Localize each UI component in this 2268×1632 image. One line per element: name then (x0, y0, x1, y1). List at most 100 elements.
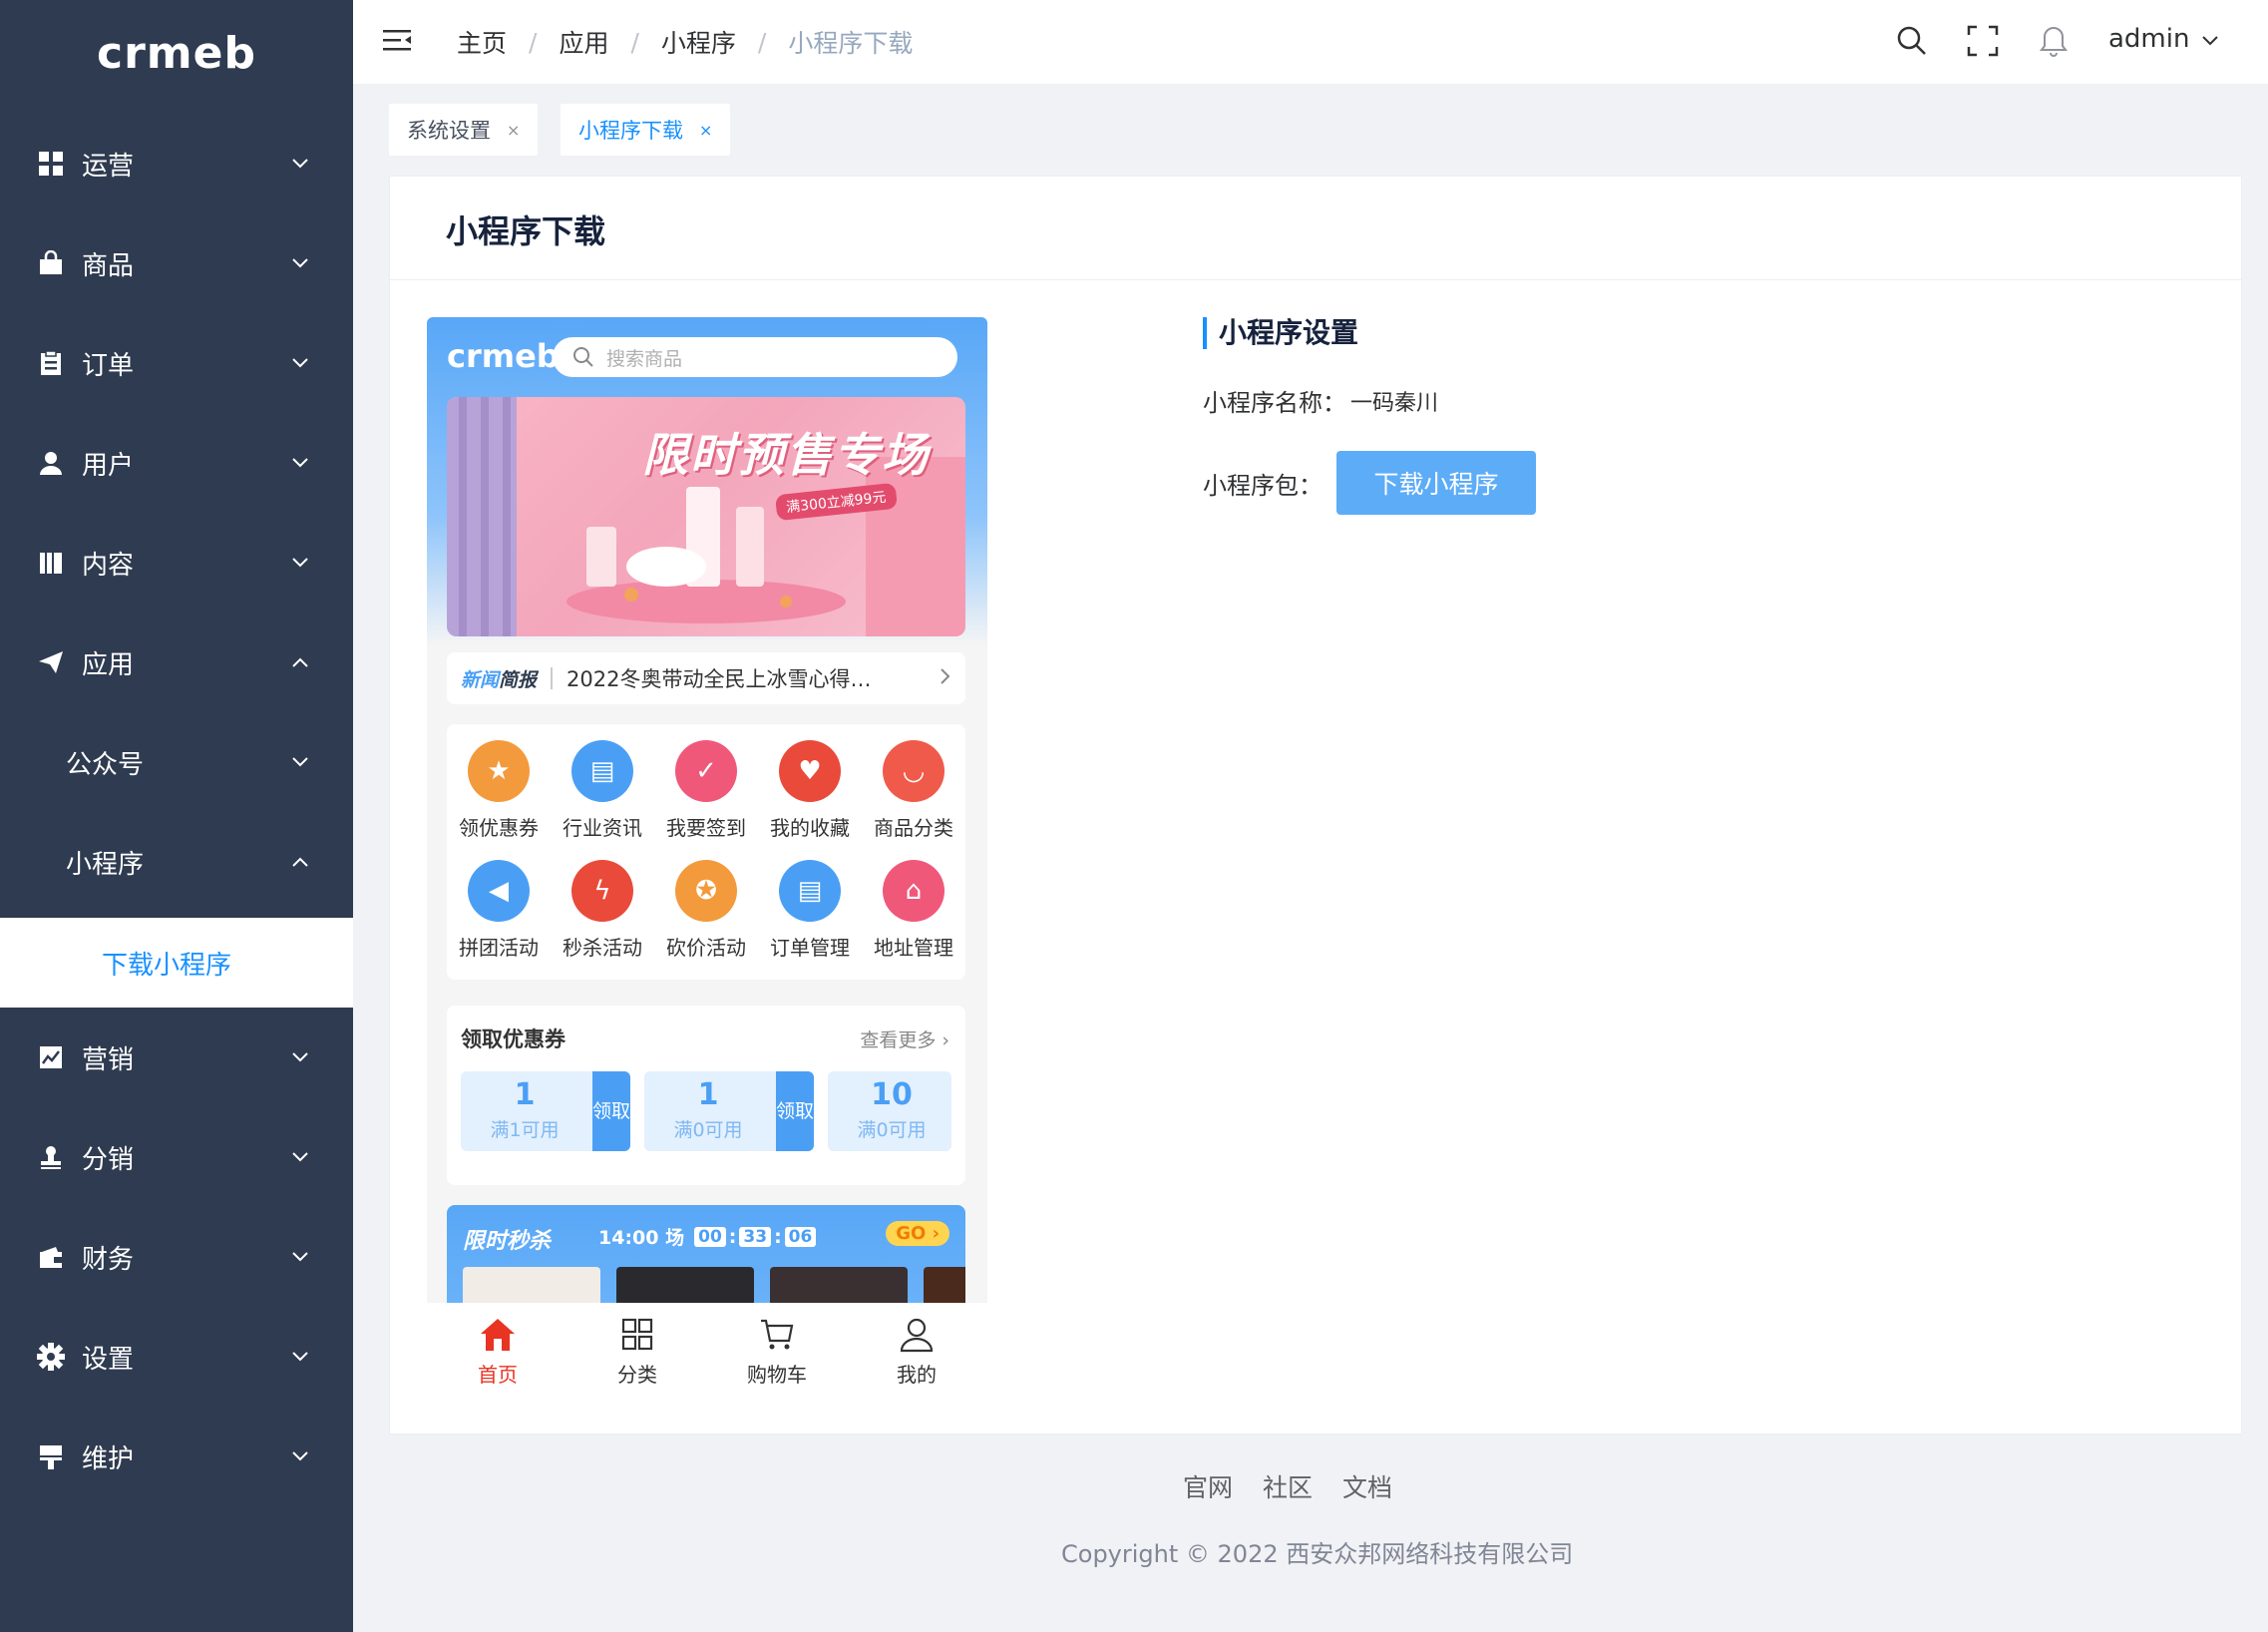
timer-hours: 00 (694, 1226, 726, 1247)
top-header: 主页 / 应用 / 小程序 / 小程序下载 admin (353, 0, 2268, 84)
menu-collapse-icon[interactable] (381, 24, 415, 58)
sidebar-item-label: 用户 (82, 450, 135, 481)
bag-icon (36, 248, 66, 278)
nav-signin: ✓ 我要签到 (654, 740, 758, 841)
nav-label: 我的收藏 (770, 816, 850, 840)
sidebar-item-download-mini-program[interactable]: 下载小程序 (0, 918, 353, 1008)
tab-system-settings[interactable]: 系统设置 × (389, 104, 539, 156)
breadcrumb: 主页 / 应用 / 小程序 / 小程序下载 (457, 24, 913, 60)
medal-icon: ✪ (675, 860, 737, 922)
copyright: Copyright © 2022 西安众邦网络科技有限公司 (1061, 1540, 1574, 1568)
sidebar-item-mini-program[interactable]: 小程序 (0, 812, 353, 912)
footer-link-website[interactable]: 官网 (1183, 1468, 1233, 1504)
breadcrumb-home[interactable]: 主页 (457, 24, 507, 60)
chevron-down-icon (285, 448, 315, 478)
coupon-amount: 1 (514, 1077, 536, 1112)
chart-icon (36, 1042, 66, 1072)
nav-label: 行业资讯 (563, 816, 642, 840)
nav-address: ⌂ 地址管理 (862, 860, 965, 961)
lightning-icon: ϟ (571, 860, 633, 922)
coupon-take: 领取 (592, 1071, 630, 1151)
chevron-down-icon (285, 1342, 315, 1372)
chevron-down-icon (285, 1042, 315, 1072)
sidebar-item-finance[interactable]: 财务 (0, 1207, 353, 1307)
coupon-take: 领取 (776, 1071, 814, 1151)
chevron-down-icon (2201, 24, 2219, 54)
user-menu[interactable]: admin (2108, 24, 2219, 54)
sidebar-item-operations[interactable]: 运营 (0, 114, 353, 213)
coupon-condition: 满1可用 (490, 1119, 560, 1141)
sidebar-item-settings[interactable]: 设置 (0, 1307, 353, 1407)
crmeb-logo[interactable]: crmeb (0, 28, 353, 79)
chevron-up-icon (285, 847, 315, 877)
sidebar-item-content[interactable]: 内容 (0, 513, 353, 612)
news-ticker: 新闻简报 2022冬奥带动全民上冰雪心得… (447, 652, 965, 704)
document-icon: ▤ (779, 860, 841, 922)
tabbar-label: 分类 (617, 1363, 657, 1387)
chevron-down-icon (285, 1142, 315, 1172)
sidebar-item-label: 维护 (82, 1443, 135, 1474)
flash-sale-timer: 14:00 场 00: 33: 06 (598, 1223, 819, 1250)
preview-coupon-section: 领取优惠券 查看更多 › 1 满1可用 领取 1 满0可用 领取 10 满0可用 (447, 1006, 965, 1185)
tab-label: 系统设置 (407, 119, 491, 143)
sidebar-item-label: 商品 (82, 250, 135, 281)
sidebar-item-label: 订单 (82, 350, 135, 381)
sidebar-item-products[interactable]: 商品 (0, 213, 353, 313)
close-icon[interactable]: × (699, 121, 712, 140)
close-icon[interactable]: × (507, 121, 520, 140)
breadcrumb-separator: / (757, 27, 767, 57)
gear-icon (36, 1342, 66, 1372)
clipboard-icon (36, 348, 66, 378)
username: admin (2108, 24, 2190, 54)
preview-nav-grid: ★ 领优惠券 ▤ 行业资讯 ✓ 我要签到 ♥ 我的收藏 ◡ 商品分类 ◀ 拼团活动 ϟ 秒杀活… (447, 724, 965, 980)
sidebar-item-label: 小程序 (66, 849, 145, 880)
mini-program-preview: crmeb 搜索商品 限时预售专场 满300立减99元 新闻简报 2022冬奥带… (427, 317, 987, 1405)
download-mini-program-button[interactable]: 下载小程序 (1336, 451, 1536, 515)
grid-icon (36, 149, 66, 179)
sidebar-item-label: 财务 (82, 1244, 135, 1275)
coupon-more-label: 查看更多 (860, 1029, 937, 1051)
nav-label: 拼团活动 (459, 936, 539, 960)
coupon-card: 1 满0可用 领取 (644, 1071, 814, 1151)
coupon-section-title: 领取优惠券 (461, 1027, 566, 1051)
footer-link-docs[interactable]: 文档 (1342, 1468, 1392, 1504)
nav-label: 我要签到 (666, 816, 746, 840)
card-header: 小程序下载 (390, 177, 2241, 280)
footer-link-community[interactable]: 社区 (1263, 1468, 1313, 1504)
sidebar-item-marketing[interactable]: 营销 (0, 1008, 353, 1107)
nav-news: ▤ 行业资讯 (551, 740, 654, 841)
fullscreen-icon[interactable] (1966, 24, 2000, 58)
megaphone-icon: ◀ (468, 860, 530, 922)
breadcrumb-mini-program[interactable]: 小程序 (661, 24, 736, 60)
sidebar-item-official-account[interactable]: 公众号 (0, 712, 353, 812)
tab-mini-program-download[interactable]: 小程序下载 × (561, 104, 731, 156)
chevron-down-icon (285, 348, 315, 378)
coupon-condition: 满0可用 (857, 1119, 927, 1141)
flash-go-label: GO (896, 1223, 927, 1244)
user-icon (900, 1318, 934, 1353)
category-icon (621, 1318, 653, 1351)
news-badge-a: 新闻 (461, 668, 500, 691)
news-badge: 新闻简报 (461, 665, 537, 692)
sidebar-item-distribution[interactable]: 分销 (0, 1107, 353, 1207)
sidebar-item-label: 运营 (82, 151, 135, 182)
tabbar-label: 购物车 (747, 1363, 807, 1387)
name-value: 一码秦川 (1350, 390, 1439, 416)
location-icon: ⌂ (883, 860, 945, 922)
sidebar-item-orders[interactable]: 订单 (0, 313, 353, 413)
bell-icon[interactable] (2037, 24, 2071, 58)
tabbar-category: 分类 (592, 1317, 682, 1388)
stamp-icon (36, 1142, 66, 1172)
sidebar-item-label: 公众号 (66, 749, 145, 780)
sidebar-item-users[interactable]: 用户 (0, 413, 353, 513)
sidebar-item-apps[interactable]: 应用 (0, 612, 353, 712)
sidebar-item-maintenance[interactable]: 维护 (0, 1407, 353, 1506)
user-icon (36, 448, 66, 478)
search-icon[interactable] (1895, 24, 1929, 58)
flash-sale-title: 限时秒杀 (463, 1229, 552, 1254)
breadcrumb-apps[interactable]: 应用 (559, 24, 608, 60)
nav-label: 砍价活动 (666, 936, 746, 960)
coupon-card: 1 满1可用 领取 (461, 1071, 630, 1151)
heart-icon: ♥ (779, 740, 841, 802)
breadcrumb-separator: / (630, 27, 639, 57)
